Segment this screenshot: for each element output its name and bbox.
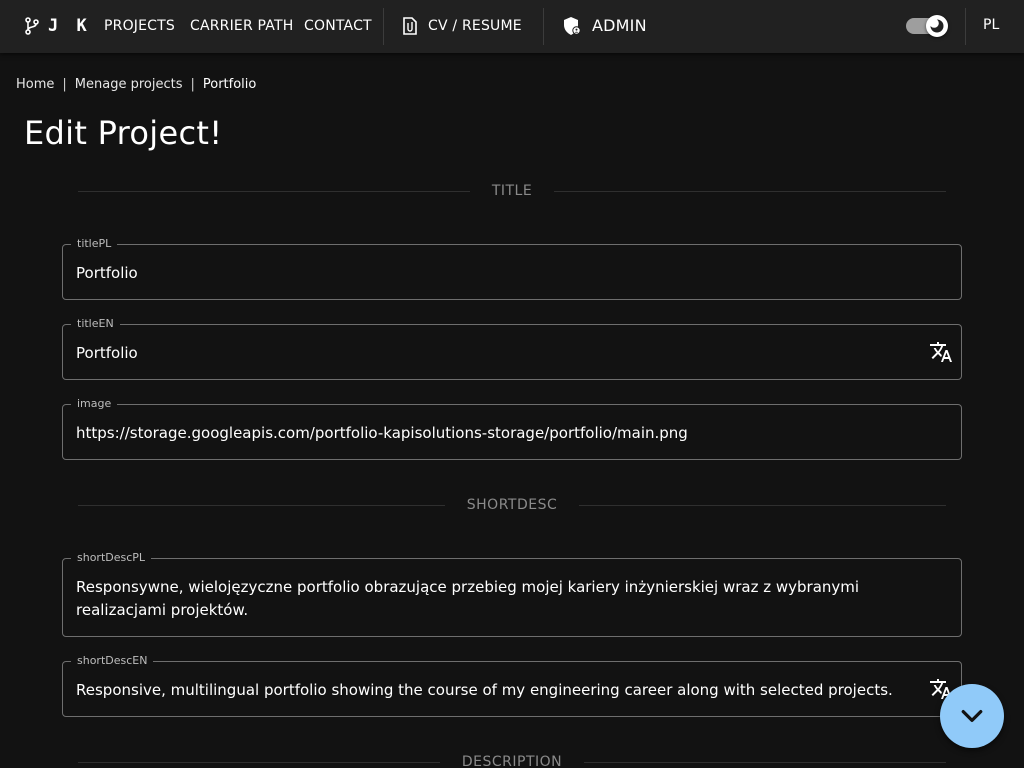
scroll-down-button[interactable] [940, 684, 1004, 748]
dark-mode-icon [929, 18, 944, 33]
divider-line [579, 504, 947, 506]
theme-toggle-thumb [926, 15, 948, 37]
logo[interactable]: J K [24, 16, 91, 36]
breadcrumb-separator: | [190, 77, 195, 92]
nav-divider [543, 8, 544, 45]
short-desc-en-field[interactable]: shortDescEN Responsive, multilingual por… [62, 654, 962, 717]
nav-admin-label: ADMIN [592, 16, 647, 35]
nav-projects[interactable]: PROJECTS [104, 16, 175, 36]
section-label-description: DESCRIPTION [461, 754, 563, 768]
top-app-bar: J K PROJECTS CARRIER PATH CONTACT CV / R… [0, 0, 1024, 53]
section-label-title: TITLE [491, 183, 533, 199]
divider-line [554, 190, 947, 192]
title-pl-field[interactable]: titlePL Portfolio [62, 237, 962, 300]
admin-shield-icon [564, 17, 581, 35]
language-switch[interactable]: PL [983, 17, 999, 33]
nav-divider [965, 8, 966, 45]
divider-line [78, 761, 440, 763]
nav-carrier-path[interactable]: CARRIER PATH [190, 16, 293, 36]
nav-contact[interactable]: CONTACT [304, 16, 372, 36]
breadcrumb: Home | Menage projects | Portfolio [16, 77, 256, 92]
logo-text: J K [48, 16, 91, 36]
divider-line [78, 504, 445, 506]
section-divider-title: TITLE [78, 181, 947, 201]
translate-icon[interactable] [929, 340, 953, 364]
image-input[interactable]: https://storage.googleapis.com/portfolio… [76, 422, 921, 445]
attachment-file-icon [403, 17, 417, 35]
nav-divider [383, 8, 384, 45]
nav-cv-resume[interactable]: CV / RESUME [402, 16, 522, 36]
nav-cv-resume-label: CV / RESUME [428, 18, 522, 34]
short-desc-pl-field[interactable]: shortDescPL Responsywne, wielojęzyczne p… [62, 551, 962, 637]
title-pl-input[interactable]: Portfolio [76, 262, 921, 285]
section-divider-shortdesc: SHORTDESC [78, 495, 947, 515]
chevron-down-icon [961, 710, 983, 722]
breadcrumb-manage-projects[interactable]: Menage projects [75, 77, 183, 92]
git-branch-icon [25, 17, 39, 35]
image-label: image [71, 397, 118, 411]
title-en-input[interactable]: Portfolio [76, 342, 921, 365]
breadcrumb-separator: | [62, 77, 67, 92]
page-title: Edit Project! [24, 114, 223, 152]
divider-line [584, 761, 947, 763]
theme-toggle[interactable] [906, 15, 950, 37]
nav-admin[interactable]: ADMIN [562, 16, 647, 36]
image-field[interactable]: image https://storage.googleapis.com/por… [62, 397, 962, 460]
short-desc-en-label: shortDescEN [71, 654, 154, 668]
section-divider-description: DESCRIPTION [78, 752, 947, 768]
short-desc-pl-input[interactable]: Responsywne, wielojęzyczne portfolio obr… [76, 576, 921, 622]
divider-line [78, 190, 470, 192]
title-en-label: titleEN [71, 317, 120, 331]
short-desc-en-input[interactable]: Responsive, multilingual portfolio showi… [76, 679, 921, 702]
section-label-shortdesc: SHORTDESC [466, 497, 558, 513]
breadcrumb-current: Portfolio [202, 77, 257, 92]
breadcrumb-home[interactable]: Home [16, 77, 54, 92]
title-pl-label: titlePL [71, 237, 118, 251]
title-en-field[interactable]: titleEN Portfolio [62, 317, 962, 380]
short-desc-pl-label: shortDescPL [71, 551, 152, 565]
